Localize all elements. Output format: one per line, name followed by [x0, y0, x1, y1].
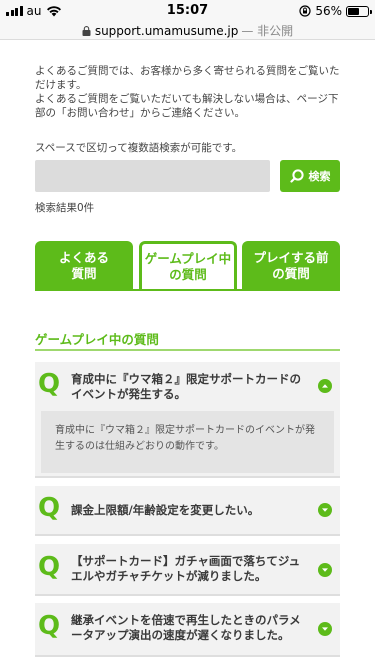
search-button-label: 検索 [308, 170, 331, 183]
faq-item[interactable]: Q 【サポートカード】ガチャ画面で落ちてジュエルやガチャチケットが減りました。 [35, 544, 340, 596]
faq-question-text: 課金上限額/年齢設定を変更したい。 [71, 503, 260, 517]
expand-icon[interactable] [318, 563, 332, 577]
status-right: 56% [299, 4, 372, 18]
intro-text: よくあるご質問では、お客様から多く寄せられる質問をご覧いただけます。 よくあるご… [35, 64, 345, 120]
faq-item[interactable]: Q 継承イベントを倍速で再生したときのパラメータアップ演出の速度が遅くなりました… [35, 603, 340, 657]
intro-line-1: よくあるご質問では、お客様から多く寄せられる質問をご覧いただけます。 [35, 65, 340, 91]
tab-faq-label: よくある 質問 [58, 249, 109, 281]
tabs-underline [35, 289, 340, 291]
expand-icon[interactable] [318, 503, 332, 517]
faq-question-row[interactable]: Q 【サポートカード】ガチャ画面で落ちてジュエルやガチャチケットが減りました。 [35, 544, 340, 596]
search-button[interactable]: 検索 [280, 160, 340, 192]
category-tabs: よくある 質問 ゲームプレイ中 の質問 プレイする前 の質問 [35, 241, 340, 290]
lock-icon [82, 25, 91, 36]
status-bar: au 15:07 56% [0, 0, 375, 22]
faq-question-text: 【サポートカード】ガチャ画面で落ちてジュエルやガチャチケットが減りました。 [71, 554, 301, 583]
tab-before-play[interactable]: プレイする前 の質問 [242, 241, 340, 290]
intro-line-2: よくあるご質問をご覧いただいても解決しない場合は、ページ下部の「お問い合わせ」か… [35, 93, 339, 119]
orientation-lock-icon [299, 5, 311, 17]
search-input[interactable] [35, 160, 270, 192]
faq-answer: 育成中に『ウマ箱２』限定サポートカードのイベントが発生するのは仕組みどおりの動作… [41, 411, 334, 473]
url-private-label: — 非公開 [241, 24, 294, 38]
faq-question-row[interactable]: Q 課金上限額/年齢設定を変更したい。 [35, 486, 340, 536]
collapse-icon[interactable] [318, 379, 332, 393]
tab-during-gameplay-label: ゲームプレイ中 の質問 [144, 251, 232, 282]
url-text: support.umamusume.jp [94, 23, 239, 38]
q-mark: Q [38, 493, 61, 523]
expand-icon[interactable] [318, 622, 332, 636]
q-mark: Q [38, 552, 61, 582]
section-title: ゲームプレイ中の質問 [35, 332, 159, 347]
faq-question-text: 継承イベントを倍速で再生したときのパラメータアップ演出の速度が遅くなりました。 [71, 613, 301, 642]
section-divider [35, 349, 340, 351]
faq-item[interactable]: Q 課金上限額/年齢設定を変更したい。 [35, 486, 340, 536]
q-mark: Q [38, 611, 61, 641]
battery-icon [346, 5, 372, 17]
tab-before-play-label: プレイする前 の質問 [253, 249, 329, 281]
q-mark: Q [38, 369, 61, 399]
tab-faq[interactable]: よくある 質問 [35, 241, 133, 290]
tab-during-gameplay[interactable]: ゲームプレイ中 の質問 [139, 241, 237, 290]
battery-percent: 56% [315, 4, 342, 18]
faq-question-row[interactable]: Q 継承イベントを倍速で再生したときのパラメータアップ演出の速度が遅くなりました… [35, 603, 340, 657]
faq-question-text: 育成中に『ウマ箱２』限定サポートカードのイベントが発生する。 [71, 372, 301, 401]
url-bar[interactable]: support.umamusume.jp — 非公開 [0, 22, 375, 40]
search-result-count: 検索結果0件 [35, 202, 95, 214]
search-hint: スペースで区切って複数語検索が可能です。 [35, 142, 243, 154]
search-icon [289, 169, 304, 183]
faq-item[interactable]: Q 育成中に『ウマ箱２』限定サポートカードのイベントが発生する。 育成中に『ウマ… [35, 362, 340, 478]
faq-question-row[interactable]: Q 育成中に『ウマ箱２』限定サポートカードのイベントが発生する。 [35, 362, 340, 411]
